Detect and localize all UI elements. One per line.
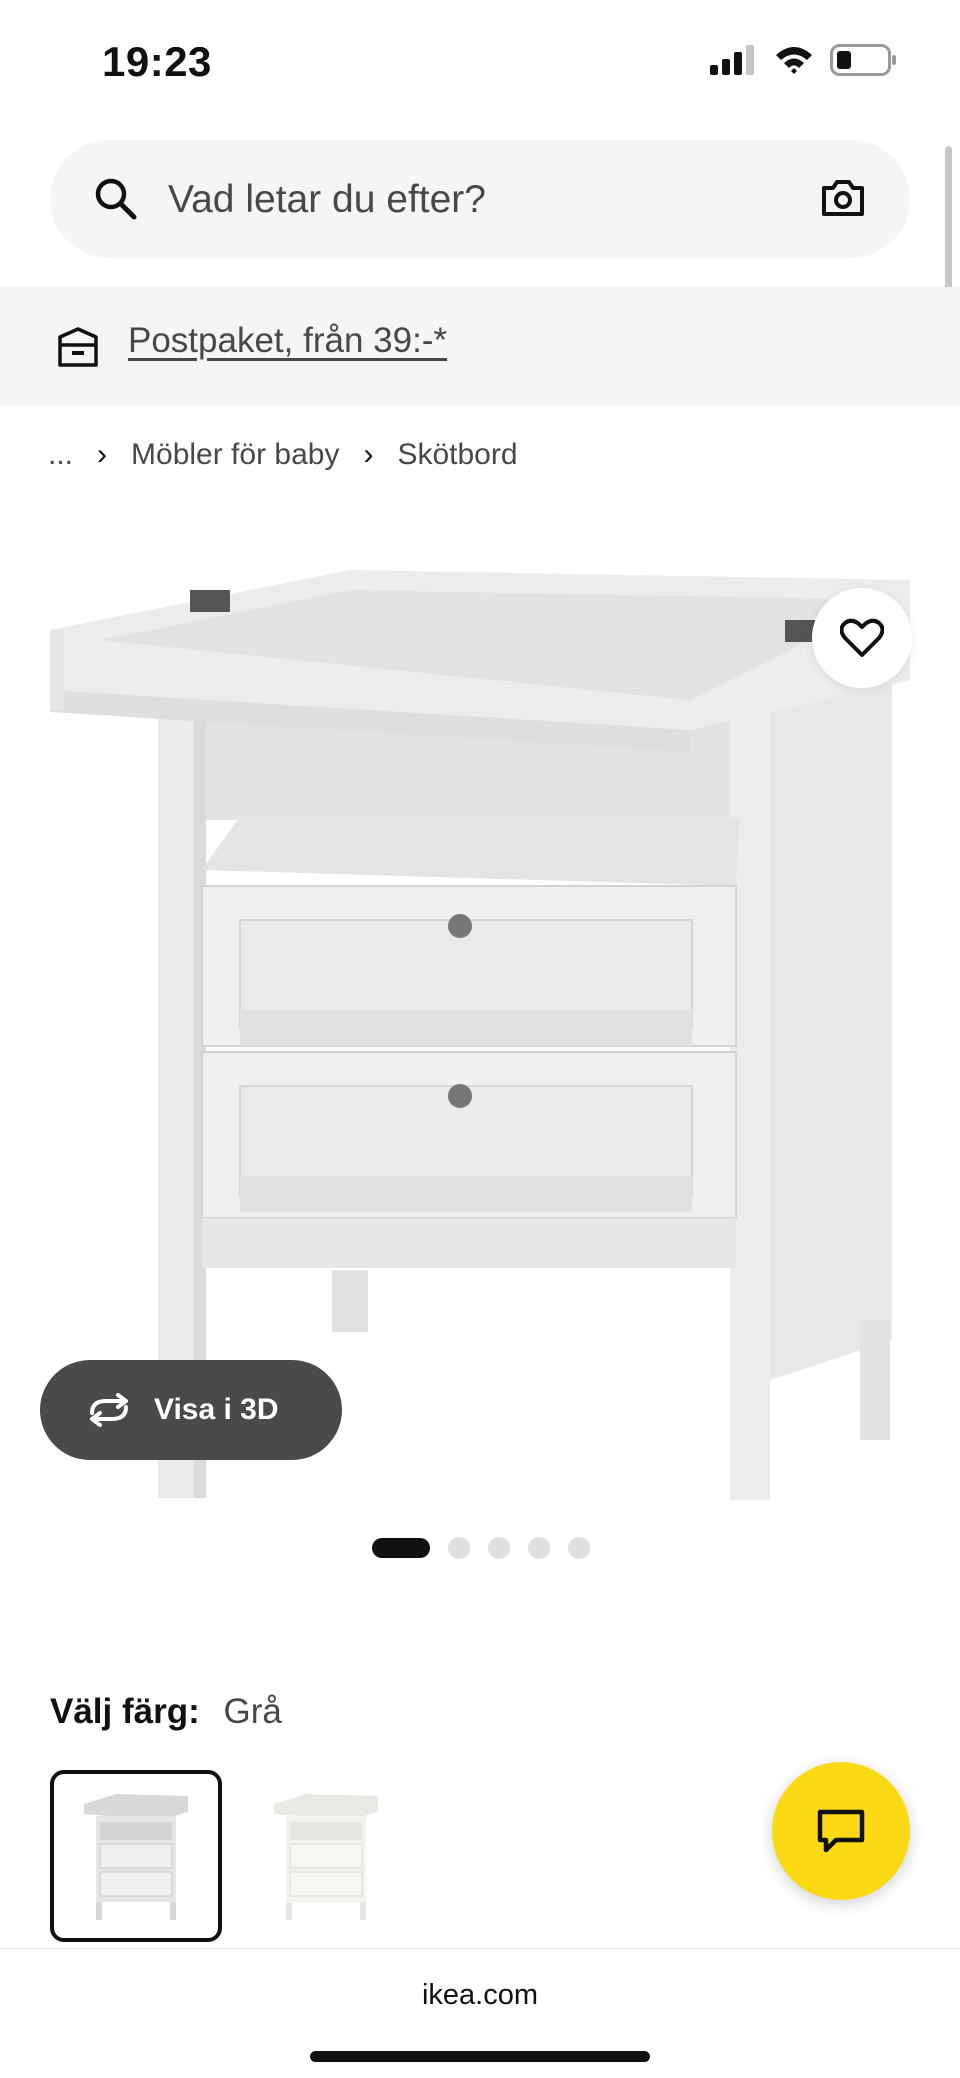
product-image[interactable] (40, 540, 920, 1500)
breadcrumb-item-baby-furniture[interactable]: Möbler för baby (131, 438, 339, 472)
search-icon[interactable] (94, 177, 138, 221)
status-time: 19:23 (102, 38, 212, 85)
chat-bubble-icon (817, 1809, 865, 1853)
color-selector: Välj färg: Grå (50, 1692, 282, 1732)
delivery-box-icon (58, 327, 98, 367)
color-label: Välj färg: (50, 1692, 200, 1731)
view-in-3d-button[interactable]: Visa i 3D (40, 1360, 342, 1460)
heart-icon[interactable] (840, 618, 884, 658)
color-value: Grå (223, 1692, 282, 1731)
status-icons (710, 44, 898, 76)
wifi-icon (776, 47, 812, 74)
breadcrumb-ellipsis[interactable]: ... (48, 438, 73, 472)
url-text[interactable]: ikea.com (0, 1979, 960, 2012)
chevron-right-icon: › (363, 438, 374, 471)
color-swatch-gray[interactable] (50, 1770, 222, 1942)
home-indicator[interactable] (310, 2051, 650, 2062)
carousel-dots (372, 1537, 590, 1559)
promo-banner[interactable]: Postpaket, från 39:-* (0, 287, 960, 405)
carousel-dot-2[interactable] (448, 1537, 470, 1559)
color-swatch-white[interactable] (240, 1770, 412, 1942)
search-bar[interactable]: Vad letar du efter? (50, 140, 910, 258)
rotate-3d-icon (90, 1393, 128, 1427)
carousel-dot-4[interactable] (528, 1537, 550, 1559)
carousel-dot-1[interactable] (372, 1538, 430, 1558)
cellular-signal-icon (710, 45, 754, 75)
favorite-button[interactable] (812, 588, 912, 688)
view-in-3d-label: Visa i 3D (154, 1393, 279, 1426)
chat-button[interactable] (772, 1762, 910, 1900)
battery-icon (830, 44, 896, 76)
search-input[interactable]: Vad letar du efter? (168, 178, 486, 222)
carousel-dot-3[interactable] (488, 1537, 510, 1559)
promo-link[interactable]: Postpaket, från 39:-* (128, 321, 447, 361)
chevron-right-icon: › (97, 438, 108, 471)
white-changing-table-thumbnail (274, 1794, 378, 1920)
breadcrumb: ... › Möbler för baby › Skötbord (48, 438, 518, 472)
status-bar: 19:23 (0, 0, 960, 130)
camera-icon[interactable] (820, 178, 866, 218)
browser-bar: ikea.com (0, 1948, 960, 2078)
carousel-dot-5[interactable] (568, 1537, 590, 1559)
gray-changing-table-thumbnail (84, 1794, 188, 1920)
breadcrumb-item-changing-tables[interactable]: Skötbord (397, 438, 517, 472)
